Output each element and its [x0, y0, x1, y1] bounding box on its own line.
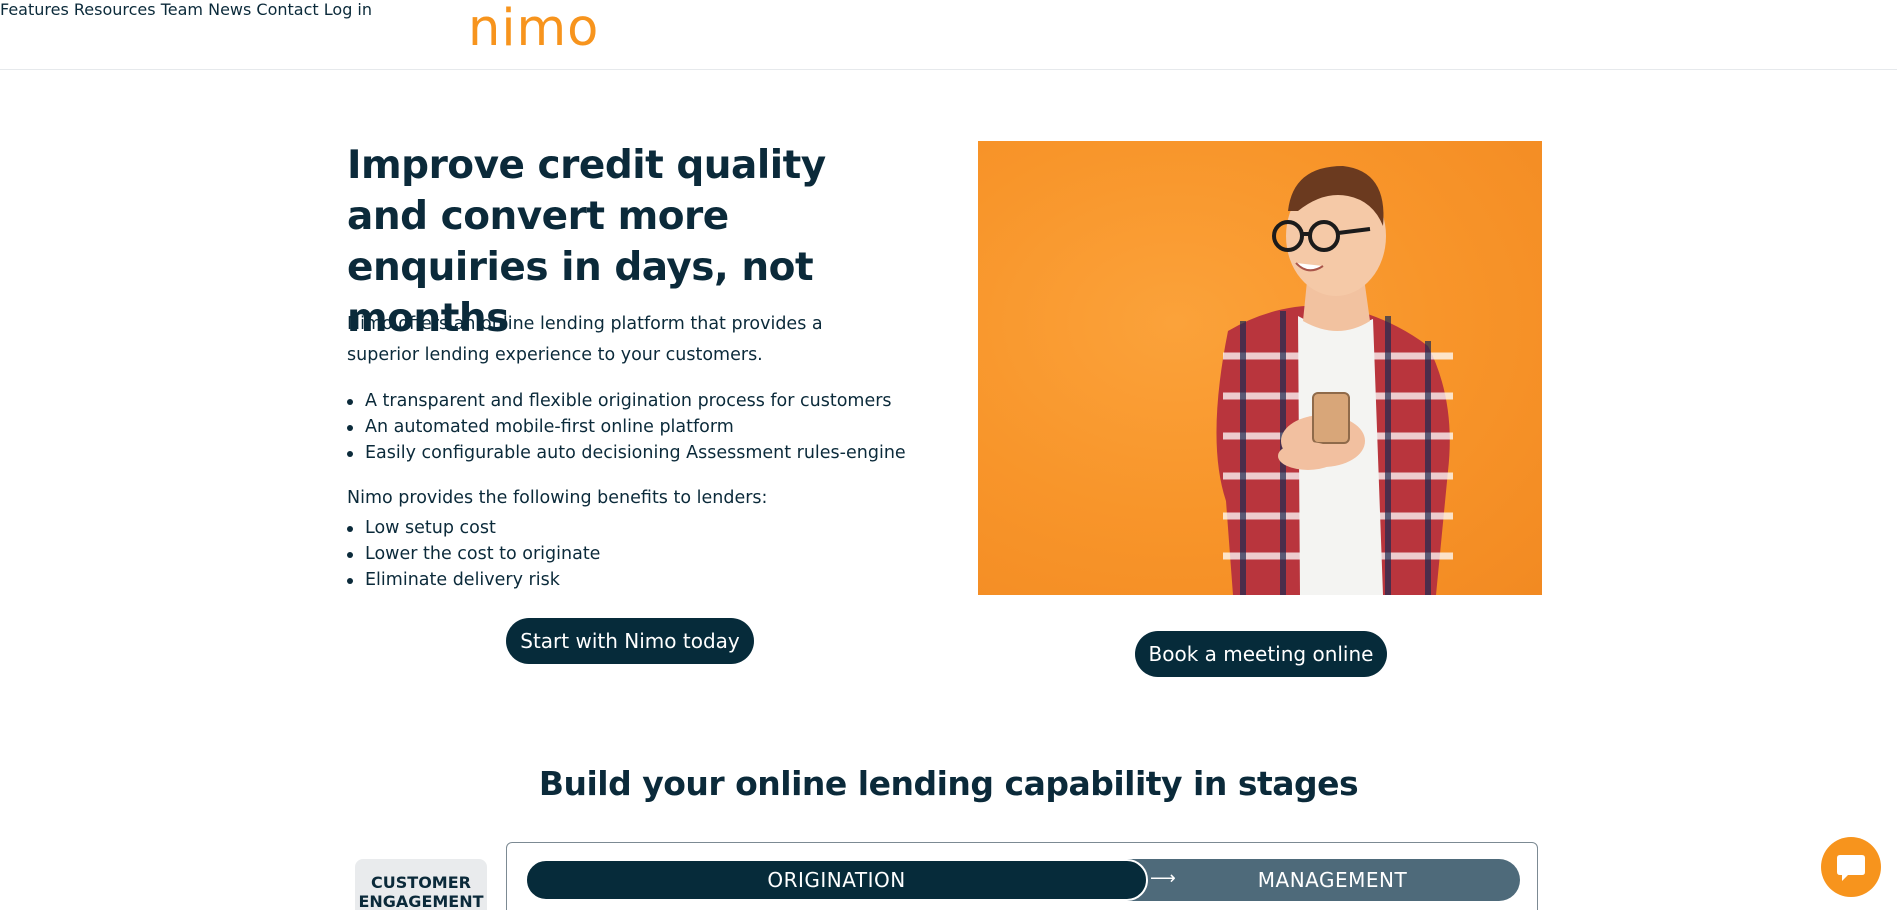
start-with-nimo-button[interactable]: Start with Nimo today: [506, 618, 754, 664]
customer-engagement-box: CUSTOMER ENGAGEMENT: [355, 859, 487, 910]
nimo-logo[interactable]: nimo: [468, 0, 599, 58]
hero-photo: [978, 141, 1542, 595]
features-list: A transparent and flexible origination p…: [347, 388, 907, 466]
nav-features[interactable]: Features: [0, 0, 69, 19]
list-item: Easily configurable auto decisioning Ass…: [347, 440, 907, 466]
list-item: Low setup cost: [347, 515, 907, 541]
nav-team[interactable]: Team: [161, 0, 203, 19]
list-item: Lower the cost to originate: [347, 541, 907, 567]
nav-resources[interactable]: Resources: [74, 0, 156, 19]
person-with-phone-photo: [1216, 166, 1453, 595]
section-title: Build your online lending capability in …: [538, 764, 1359, 803]
nav-login[interactable]: Log in: [324, 0, 372, 19]
list-item: Eliminate delivery risk: [347, 567, 907, 593]
nav-news[interactable]: News: [208, 0, 251, 19]
origination-stage[interactable]: ORIGINATION: [525, 859, 1148, 901]
site-header: nimo Features Resources Team News Contac…: [0, 0, 1897, 70]
arrow-right-icon: ⟶: [1150, 868, 1176, 889]
benefits-intro: Nimo provides the following benefits to …: [347, 488, 768, 508]
book-meeting-button[interactable]: Book a meeting online: [1135, 631, 1387, 677]
hero-intro: Nimo offers an online lending platform t…: [347, 314, 823, 365]
chat-bubble-icon[interactable]: [1821, 837, 1881, 897]
list-item: An automated mobile-first online platfor…: [347, 414, 907, 440]
nav-contact[interactable]: Contact: [256, 0, 318, 19]
benefits-list: Low setup cost Lower the cost to origina…: [347, 515, 907, 593]
list-item: A transparent and flexible origination p…: [347, 388, 907, 414]
management-stage[interactable]: MANAGEMENT: [1120, 859, 1520, 901]
